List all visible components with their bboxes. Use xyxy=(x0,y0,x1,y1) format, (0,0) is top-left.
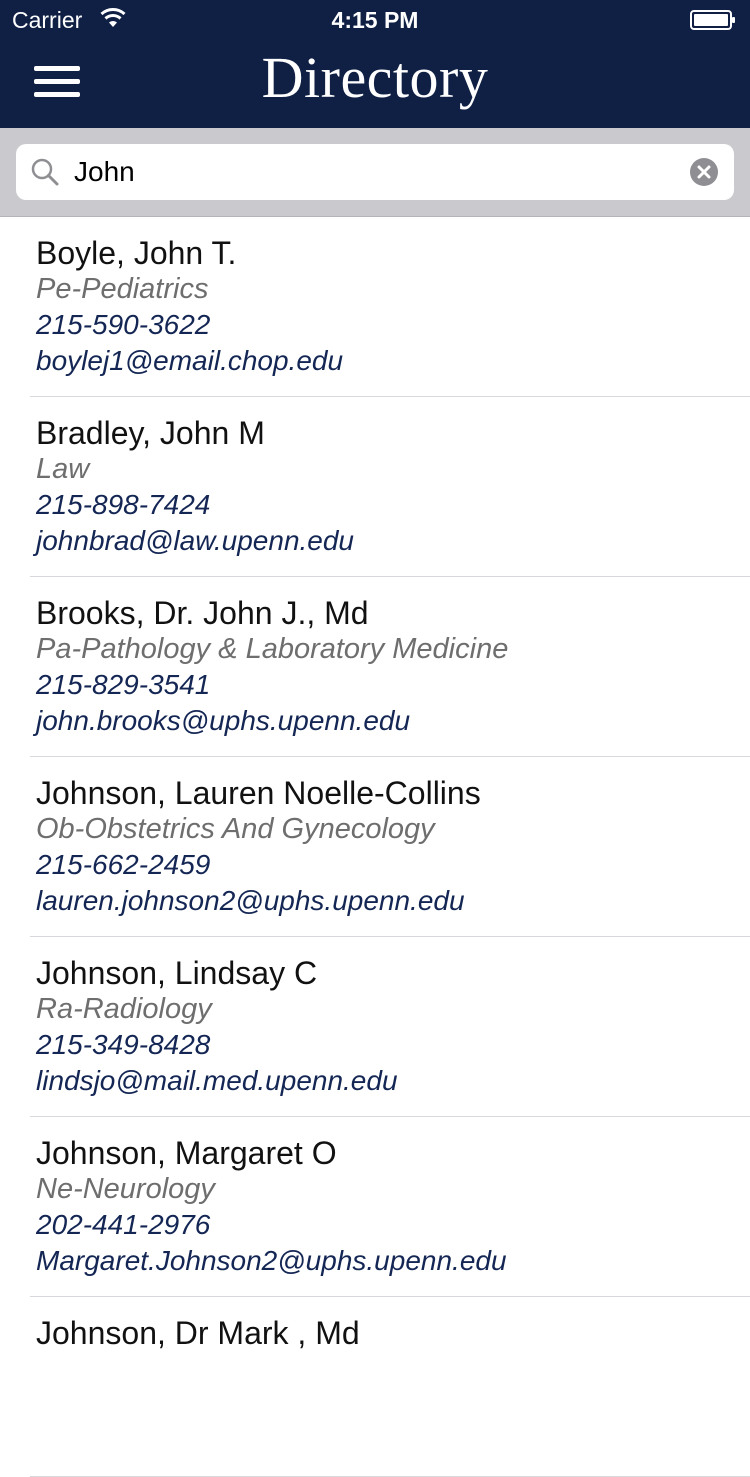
contact-email[interactable]: lindsjo@mail.med.upenn.edu xyxy=(36,1063,398,1099)
contact-email[interactable]: lauren.johnson2@uphs.upenn.edu xyxy=(36,883,465,919)
contact-phone[interactable]: 215-590-3622 xyxy=(36,307,210,343)
contact-email[interactable]: john.brooks@uphs.upenn.edu xyxy=(36,703,410,739)
battery-icon xyxy=(690,10,736,30)
search-input[interactable] xyxy=(74,152,674,192)
search-bar xyxy=(0,128,750,217)
contact-name: Boyle, John T. xyxy=(36,235,237,271)
contact-department: Ra-Radiology xyxy=(36,993,212,1025)
contact-name: Johnson, Margaret O xyxy=(36,1135,337,1171)
navigation-bar: Carrier 4:15 PM Directory xyxy=(0,0,750,128)
contact-department: Pe-Pediatrics xyxy=(36,273,209,305)
status-bar: Carrier 4:15 PM xyxy=(0,0,750,40)
contact-name: Johnson, Lindsay C xyxy=(36,955,318,991)
contact-name: Bradley, John M xyxy=(36,415,265,451)
contact-phone[interactable]: 215-349-8428 xyxy=(36,1027,210,1063)
contact-department: Pa-Pathology & Laboratory Medicine xyxy=(36,633,509,665)
contact-phone[interactable]: 215-662-2459 xyxy=(36,847,210,883)
page-title: Directory xyxy=(261,45,489,110)
contact-email[interactable]: Margaret.Johnson2@uphs.upenn.edu xyxy=(36,1243,507,1279)
clock-time: 4:15 PM xyxy=(331,7,419,33)
contact-phone[interactable]: 215-898-7424 xyxy=(36,487,210,523)
contact-email[interactable]: johnbrad@law.upenn.edu xyxy=(36,523,354,559)
list-item[interactable]: Bradley, John M Law 215-898-7424 johnbra… xyxy=(30,397,750,577)
contact-name: Johnson, Dr Mark , Md xyxy=(36,1315,360,1351)
directory-results-list: Boyle, John T. Pe-Pediatrics 215-590-362… xyxy=(0,217,750,1477)
contact-phone[interactable]: 202-441-2976 xyxy=(36,1207,210,1243)
contact-phone[interactable]: 215-829-3541 xyxy=(36,667,210,703)
list-item[interactable]: Johnson, Margaret O Ne-Neurology 202-441… xyxy=(30,1117,750,1297)
list-item[interactable]: Johnson, Dr Mark , Md xyxy=(30,1297,750,1477)
list-item[interactable]: Johnson, Lauren Noelle-Collins Ob-Obstet… xyxy=(30,757,750,937)
contact-department: Law xyxy=(36,453,90,485)
contact-department: Ne-Neurology xyxy=(36,1173,215,1205)
search-icon xyxy=(30,157,60,187)
contact-email[interactable]: boylej1@email.chop.edu xyxy=(36,343,343,379)
contact-name: Johnson, Lauren Noelle-Collins xyxy=(36,775,481,811)
search-field[interactable] xyxy=(16,144,734,200)
clear-icon[interactable] xyxy=(690,158,718,186)
contact-department: Ob-Obstetrics And Gynecology xyxy=(36,813,435,845)
list-item[interactable]: Boyle, John T. Pe-Pediatrics 215-590-362… xyxy=(30,217,750,397)
list-item[interactable]: Brooks, Dr. John J., Md Pa-Pathology & L… xyxy=(30,577,750,757)
list-item[interactable]: Johnson, Lindsay C Ra-Radiology 215-349-… xyxy=(30,937,750,1117)
contact-name: Brooks, Dr. John J., Md xyxy=(36,595,369,631)
